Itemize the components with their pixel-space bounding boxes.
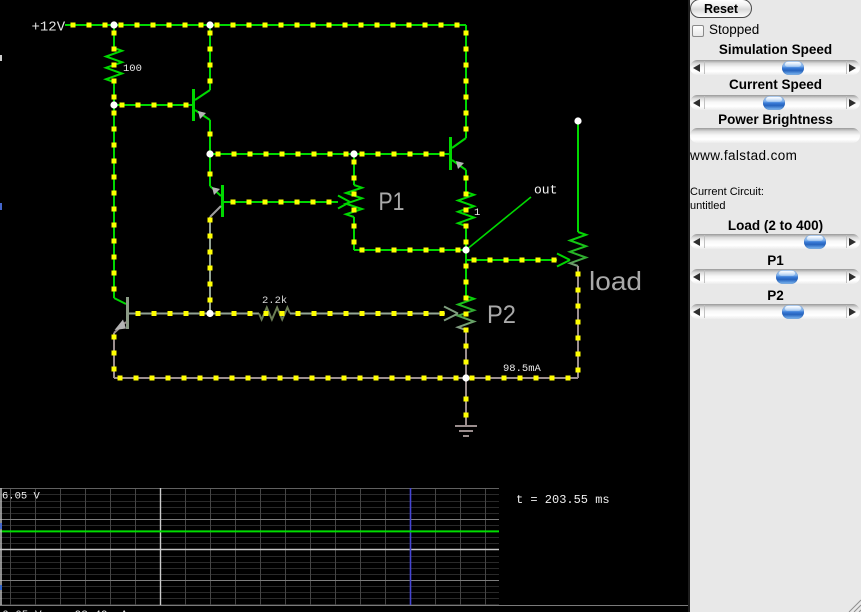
svg-text:98.5mA: 98.5mA <box>503 363 542 375</box>
svg-text:out: out <box>534 183 557 198</box>
svg-text:P2: P2 <box>487 301 516 329</box>
svg-text:+12V: +12V <box>32 20 66 36</box>
svg-text:1: 1 <box>474 207 480 219</box>
svg-text:load: load <box>589 266 642 296</box>
svg-text:t = 203.55 ms: t = 203.55 ms <box>516 493 610 507</box>
svg-text:6.05 V: 6.05 V <box>2 491 41 503</box>
svg-text:100: 100 <box>123 63 142 75</box>
svg-text:P1: P1 <box>379 188 405 216</box>
svg-text:2.2k: 2.2k <box>262 295 287 307</box>
